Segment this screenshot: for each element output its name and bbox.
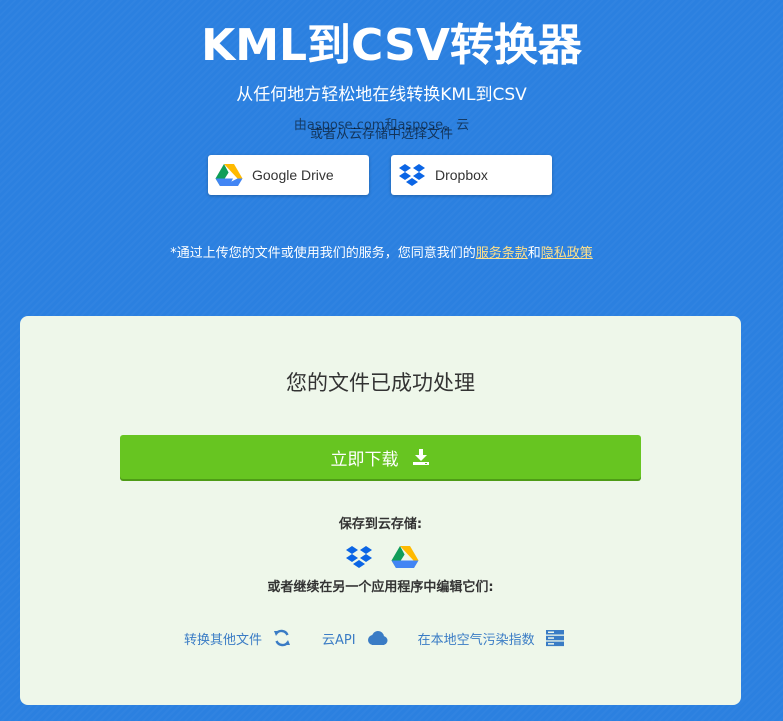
dropbox-label: Dropbox [435,167,488,183]
google-drive-button[interactable]: Google Drive [208,155,369,195]
page-subtitle: 从任何地方轻松地在线转换KML到CSV [236,85,527,105]
dropbox-button[interactable]: Dropbox [391,155,552,195]
convert-other-files-link[interactable]: 转换其他文件 [184,627,292,649]
download-icon [411,447,431,467]
google-drive-icon [215,163,243,187]
privacy-policy-link[interactable]: 隐私政策 [541,246,593,261]
download-now-button[interactable]: 立即下载 [120,435,641,479]
google-drive-label: Google Drive [252,167,334,183]
local-api-label: 在本地空气污染指数 [417,632,535,648]
download-label: 立即下载 [330,449,399,470]
terms-of-service-link[interactable]: 服务条款 [476,246,528,261]
server-icon [545,627,565,649]
dropbox-icon [398,163,426,187]
cloud-icon [366,627,388,649]
google-drive-icon[interactable] [390,543,420,571]
success-message: 您的文件已成功处理 [286,371,475,395]
page-title: KML到CSV转换器 [201,20,582,71]
consent-text: *通过上传您的文件或使用我们的服务，您同意我们的 [170,246,476,261]
cloud-select-label: 或者从云存储中选择文件 [309,127,453,142]
convert-other-files-label: 转换其他文件 [184,632,263,648]
refresh-icon [272,627,292,649]
consent-notice: *通过上传您的文件或使用我们的服务，您同意我们的服务条款和隐私政策 [0,245,763,263]
app-links: 转换其他文件 云API 在本地空气污染指数 [184,627,565,649]
cloud-api-link[interactable]: 云API [322,627,388,649]
continue-editing-label: 或者继续在另一个应用程序中编辑它们: [267,580,494,595]
dropbox-icon[interactable] [344,543,374,571]
local-api-link[interactable]: 在本地空气污染指数 [418,627,565,649]
consent-and: 和 [527,246,541,261]
save-to-cloud-label: 保存到云存储: [338,517,423,532]
cloud-api-label: 云API [322,632,356,648]
save-to-cloud-options [344,543,420,571]
